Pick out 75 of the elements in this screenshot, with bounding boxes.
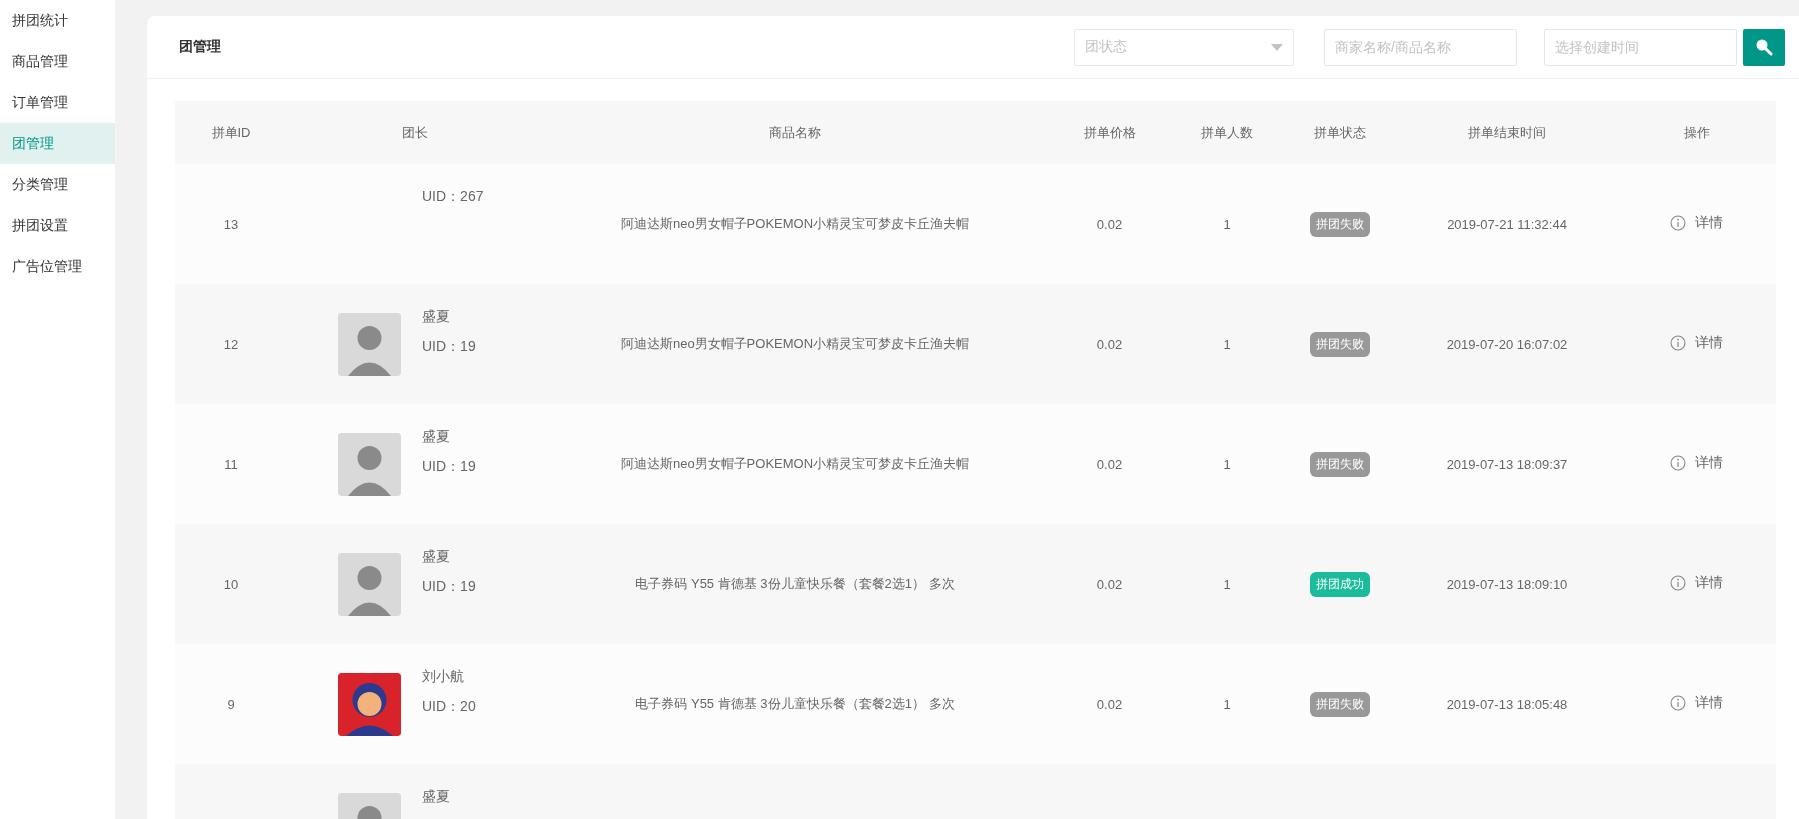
table-cell: 阿迪达斯neo男女帽子POKEMON小精灵宝可梦皮卡丘渔夫帽 bbox=[620, 456, 970, 471]
status-badge: 拼团成功 bbox=[1309, 571, 1370, 597]
detail-link[interactable]: 详情 bbox=[1670, 694, 1723, 712]
info-icon bbox=[1670, 575, 1686, 591]
table-cell: 阿迪达斯neo男女帽子POKEMON小精灵宝可梦皮卡丘渔夫帽 bbox=[620, 216, 970, 231]
date-field[interactable]: 选择创建时间 bbox=[1544, 28, 1737, 66]
table-cell: 11 bbox=[224, 456, 238, 472]
table-cell: 13 bbox=[223, 216, 239, 232]
table-cell: 2019-07-13 18:09:37 bbox=[1446, 456, 1568, 472]
table-cell: 1 bbox=[1223, 576, 1231, 592]
table-cell: 电子券码 Y55 肯德基 3份儿童快乐餐（套餐2选1） 多次 bbox=[635, 576, 955, 591]
table-cell: 12 bbox=[223, 336, 239, 352]
table-cell: 阿迪达斯neo男女帽子POKEMON小精灵宝可梦皮卡丘渔夫帽 bbox=[620, 336, 970, 351]
column-header: 拼单人数 bbox=[1172, 101, 1282, 164]
keyword-field[interactable]: 商家名称/商品名称 bbox=[1324, 28, 1517, 66]
column-header: 团长 bbox=[287, 101, 543, 164]
table-cell: 2019-07-21 11:32:44 bbox=[1447, 216, 1567, 232]
avatar-silhouette bbox=[338, 672, 401, 736]
detail-link[interactable]: 详情 bbox=[1670, 574, 1723, 592]
table-cell: 电子券码 Y55 肯德基 3份儿童快乐餐（套餐2选1） 多次 bbox=[635, 696, 955, 711]
column-header: 拼单结束时间 bbox=[1397, 101, 1617, 164]
column-header: 操作 bbox=[1617, 101, 1776, 164]
caret-icon bbox=[1271, 43, 1283, 51]
column-header: 拼单价格 bbox=[1047, 101, 1172, 164]
sidebar-item[interactable]: 拼团设置 bbox=[0, 205, 115, 246]
table-cell: 0.02 bbox=[1096, 456, 1123, 472]
panel-title: 团管理 bbox=[179, 38, 222, 56]
status-badge: 拼团失败 bbox=[1309, 331, 1370, 357]
sidebar-item[interactable]: 分类管理 bbox=[0, 164, 115, 205]
table-cell: 10 bbox=[223, 576, 239, 592]
table-cell: 2019-07-13 18:09:10 bbox=[1446, 576, 1568, 592]
leader-name: 盛夏 bbox=[422, 428, 451, 444]
info-icon bbox=[1670, 695, 1686, 711]
status-badge: 拼团失败 bbox=[1309, 211, 1370, 237]
table-cell: 1 bbox=[1223, 336, 1231, 352]
detail-link[interactable]: 详情 bbox=[1670, 214, 1723, 232]
sidebar-item[interactable]: 拼团统计 bbox=[0, 0, 115, 41]
detail-link[interactable]: 详情 bbox=[1670, 334, 1723, 352]
leader-uid: UID：20 bbox=[422, 698, 476, 716]
column-header: 商品名称 bbox=[543, 101, 1047, 164]
avatar-silhouette bbox=[338, 432, 401, 496]
status-badge: 拼团失败 bbox=[1309, 691, 1370, 717]
table-cell: 2019-07-20 16:07:02 bbox=[1446, 336, 1568, 352]
leader-uid: UID：267 bbox=[422, 188, 484, 206]
leader-name: 盛夏 bbox=[422, 308, 451, 324]
leader-uid: UID：19 bbox=[422, 338, 476, 356]
avatar-silhouette bbox=[338, 552, 401, 616]
column-header: 拼单状态 bbox=[1282, 101, 1397, 164]
column-header: 拼单ID bbox=[175, 101, 287, 164]
table-cell: 1 bbox=[1223, 456, 1231, 472]
info-icon bbox=[1670, 335, 1686, 351]
table-cell: 0.02 bbox=[1096, 336, 1123, 352]
sidebar-item[interactable]: 订单管理 bbox=[0, 82, 115, 123]
info-icon bbox=[1670, 215, 1686, 231]
leader-uid: UID：19 bbox=[422, 458, 476, 476]
table-cell: 0.02 bbox=[1096, 696, 1123, 712]
table-cell: 9 bbox=[227, 696, 235, 712]
avatar-silhouette bbox=[338, 312, 401, 376]
sidebar-item[interactable]: 团管理 bbox=[0, 123, 115, 164]
status-badge: 拼团失败 bbox=[1309, 451, 1370, 477]
search-button[interactable] bbox=[1743, 28, 1785, 66]
detail-link[interactable]: 详情 bbox=[1670, 454, 1723, 472]
sidebar-item[interactable]: 商品管理 bbox=[0, 41, 115, 82]
leader-name: 刘小航 bbox=[422, 668, 465, 684]
table-cell: 0.02 bbox=[1096, 216, 1123, 232]
table-cell: 2019-07-13 18:05:48 bbox=[1446, 696, 1568, 712]
sidebar-item[interactable]: 广告位管理 bbox=[0, 246, 115, 287]
table-cell: 1 bbox=[1223, 216, 1231, 232]
info-icon bbox=[1670, 455, 1686, 471]
leader-name: 盛夏 bbox=[422, 788, 450, 804]
search-icon bbox=[1755, 38, 1773, 56]
table-cell: 0.02 bbox=[1096, 576, 1123, 592]
leader-uid: UID：19 bbox=[422, 578, 476, 596]
table-cell: 1 bbox=[1223, 696, 1231, 712]
leader-name: 盛夏 bbox=[422, 548, 451, 564]
